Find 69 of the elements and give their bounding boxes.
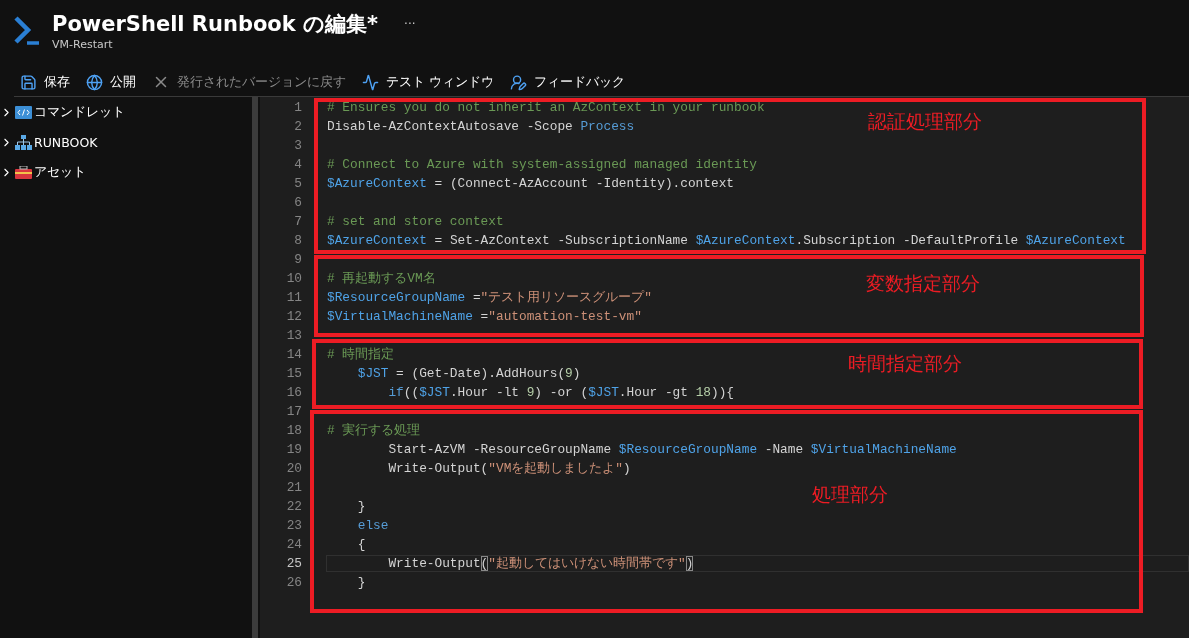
- code-line: $ResourceGroupName ="テスト用リソースグループ": [327, 290, 652, 305]
- hierarchy-icon: [15, 134, 32, 150]
- code-line: Start-AzVM -ResourceGroupName $ResourceGroupName -Name $VirtualMachineName: [387, 442, 957, 457]
- toolbar-button[interactable]: 公開: [86, 73, 136, 91]
- more-button[interactable]: ···: [404, 17, 416, 31]
- tree-item[interactable]: アセット: [0, 161, 252, 183]
- line-number: 14: [285, 347, 303, 362]
- code-line: $AzureContext = (Connect-AzAccount -Identity).context: [327, 176, 735, 191]
- code-line: # 時間指定: [327, 347, 395, 362]
- line-number: 20: [285, 461, 303, 476]
- code-line: # Connect to Azure with system-assigned managed identity: [327, 157, 758, 172]
- toolbar-button[interactable]: 保存: [20, 73, 70, 91]
- line-number: 4: [293, 157, 303, 172]
- line-number: 7: [293, 214, 303, 229]
- tree-item[interactable]: RUNBOOK: [0, 131, 252, 153]
- save-icon: [20, 73, 37, 91]
- toolbox-icon: [15, 165, 32, 179]
- code-line: }: [356, 499, 366, 514]
- code-line: $JST = (Get-Date).AddHours(9): [356, 366, 581, 381]
- annotation-label: 変数指定部分: [866, 271, 980, 296]
- line-number: 1: [293, 100, 303, 115]
- line-number: 12: [285, 309, 303, 324]
- line-number: 22: [285, 499, 303, 514]
- line-number: 19: [285, 442, 303, 457]
- globe-icon: [86, 73, 103, 91]
- line-number: 17: [285, 404, 303, 419]
- line-number: 23: [285, 518, 303, 533]
- annotation-label: 処理部分: [812, 482, 888, 507]
- code-line: # set and store context: [327, 214, 504, 229]
- code-line: # 再起動するVM名: [327, 271, 436, 286]
- code-line: else: [356, 518, 389, 533]
- code-line: $VirtualMachineName ="automation-test-vm": [327, 309, 642, 324]
- line-number: 24: [285, 537, 303, 552]
- chart-icon: [362, 73, 379, 91]
- line-number: 18: [285, 423, 303, 438]
- code-line: Disable-AzContextAutosave -Scope Process: [327, 119, 635, 134]
- code-line: # 実行する処理: [327, 423, 421, 438]
- line-number: 11: [285, 290, 303, 305]
- code-line: if(($JST.Hour -lt 9) -or ($JST.Hour -gt 18)){: [387, 385, 735, 400]
- annotation-label: 時間指定部分: [848, 351, 962, 376]
- page-title: PowerShell Runbook の編集*: [52, 11, 379, 38]
- code-line: }: [356, 575, 366, 590]
- code-editor[interactable]: [260, 97, 1189, 638]
- line-number: 13: [285, 328, 303, 343]
- code-line: Write-Output("VMを起動しましたよ"): [387, 461, 631, 476]
- code-line: $AzureContext = Set-AzContext -SubscriptionName $AzureContext.Subscription -DefaultProfile $AzureContext: [327, 233, 1126, 248]
- line-number: 5: [293, 176, 303, 191]
- line-number: 15: [285, 366, 303, 381]
- line-number: 2: [293, 119, 303, 134]
- code-line: # Ensures you do not inherit an AzContext in your runbook: [327, 100, 765, 115]
- line-number: 16: [285, 385, 303, 400]
- toolbar-button[interactable]: フィードバック: [510, 73, 625, 91]
- annotation-label: 認証処理部分: [868, 109, 982, 134]
- tree-item[interactable]: コマンドレット: [0, 101, 252, 123]
- person-icon: [510, 73, 527, 91]
- terminal-prompt-icon: [14, 16, 40, 46]
- line-number: 3: [293, 138, 303, 153]
- line-number: 21: [285, 480, 303, 495]
- page-subtitle: VM-Restart: [52, 38, 114, 51]
- code-window-icon: [15, 105, 32, 119]
- toolbar-button[interactable]: テスト ウィンドウ: [362, 73, 494, 91]
- line-number: 9: [293, 252, 303, 267]
- line-number: 6: [293, 195, 303, 210]
- line-number: 25: [285, 556, 303, 571]
- line-number: 26: [285, 575, 303, 590]
- line-number: 10: [285, 271, 303, 286]
- code-line: Write-Output("起動してはいけない時間帯です"): [387, 556, 694, 571]
- code-line: {: [356, 537, 366, 552]
- line-number: 8: [293, 233, 303, 248]
